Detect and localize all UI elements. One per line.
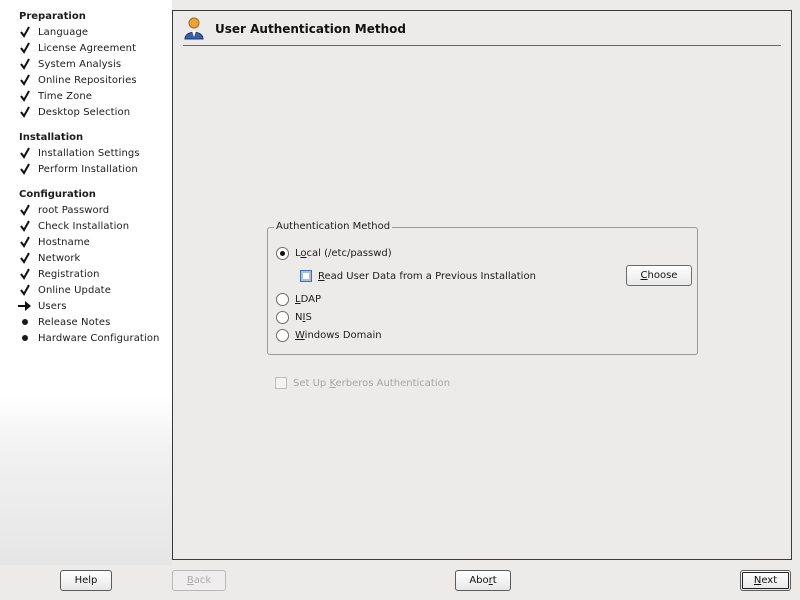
check-icon — [20, 163, 38, 175]
choose-button[interactable]: Choose — [626, 265, 692, 286]
step-check-installation: Check Installation — [20, 218, 129, 234]
check-icon — [20, 58, 38, 70]
radio-button[interactable] — [276, 310, 289, 324]
step-system-analysis: System Analysis — [20, 56, 121, 72]
step-label: Hostname — [38, 236, 90, 248]
check-icon — [20, 252, 38, 264]
step-label: Hardware Configuration — [38, 332, 160, 344]
radio-button[interactable] — [276, 328, 289, 342]
step-label: Language — [38, 26, 89, 38]
step-network: Network — [20, 250, 80, 266]
radio-label: Windows Domain — [295, 329, 382, 341]
step-desktop-selection: Desktop Selection — [20, 104, 130, 120]
arrow-right-icon — [18, 301, 38, 311]
step-online-update: Online Update — [20, 282, 111, 298]
step-label: License Agreement — [38, 42, 137, 54]
sidebar-steps: Preparation Language License Agreement S… — [0, 0, 172, 565]
section-title-preparation: Preparation — [19, 11, 86, 22]
next-button[interactable]: Next — [740, 570, 791, 591]
radio-label: Local (/etc/passwd) — [295, 247, 392, 259]
step-label: Desktop Selection — [38, 106, 131, 118]
header-divider — [183, 45, 781, 46]
radio-button[interactable] — [276, 246, 289, 260]
step-label: root Password — [38, 204, 110, 216]
check-icon — [20, 42, 38, 54]
checkbox[interactable] — [300, 270, 312, 282]
check-icon — [20, 90, 38, 102]
checkbox-label: Read User Data from a Previous Installat… — [318, 270, 536, 282]
dialog-header: User Authentication Method — [183, 15, 406, 43]
check-icon — [20, 147, 38, 159]
bullet-icon — [20, 319, 38, 325]
step-label: Online Update — [38, 284, 111, 296]
abort-button[interactable]: Abort — [455, 570, 511, 591]
step-release-notes: Release Notes — [20, 314, 110, 330]
kerberos-checkbox[interactable]: Set Up Kerberos Authentication — [275, 375, 450, 391]
radio-windows-domain[interactable]: Windows Domain — [276, 327, 382, 343]
back-button[interactable]: Back — [172, 570, 226, 591]
step-label: Online Repositories — [38, 74, 137, 86]
radio-nis[interactable]: NIS — [276, 309, 312, 325]
step-label: Perform Installation — [38, 163, 138, 175]
bullet-icon — [20, 335, 38, 341]
main-content: User Authentication Method Authenticatio… — [172, 10, 792, 560]
read-user-data-checkbox[interactable]: Read User Data from a Previous Installat… — [300, 268, 536, 284]
step-registration: Registration — [20, 266, 100, 282]
radio-local[interactable]: Local (/etc/passwd) — [276, 245, 392, 261]
step-installation-settings: Installation Settings — [20, 145, 140, 161]
step-perform-installation: Perform Installation — [20, 161, 138, 177]
check-icon — [20, 26, 38, 38]
step-time-zone: Time Zone — [20, 88, 92, 104]
step-hostname: Hostname — [20, 234, 90, 250]
radio-button[interactable] — [276, 292, 289, 306]
step-label: Time Zone — [38, 90, 93, 102]
check-icon — [20, 268, 38, 280]
check-icon — [20, 204, 38, 216]
page-title: User Authentication Method — [215, 22, 406, 36]
step-language: Language — [20, 24, 88, 40]
checkbox-label: Set Up Kerberos Authentication — [293, 377, 451, 389]
section-title-configuration: Configuration — [19, 189, 96, 200]
check-icon — [20, 74, 38, 86]
check-icon — [20, 220, 38, 232]
section-title-installation: Installation — [19, 132, 84, 143]
step-label: Check Installation — [38, 220, 130, 232]
step-license-agreement: License Agreement — [20, 40, 136, 56]
step-hardware-configuration: Hardware Configuration — [20, 330, 159, 346]
step-users: Users — [18, 298, 67, 314]
step-label: Registration — [38, 268, 100, 280]
step-root-password: root Password — [20, 202, 109, 218]
step-label: Installation Settings — [38, 147, 140, 159]
step-label: Network — [38, 252, 81, 264]
help-button[interactable]: Help — [60, 570, 112, 591]
check-icon — [20, 106, 38, 118]
check-icon — [20, 284, 38, 296]
radio-label: NIS — [295, 311, 312, 323]
step-label: Users — [38, 300, 67, 312]
checkbox[interactable] — [275, 377, 287, 389]
group-title: Authentication Method — [274, 221, 393, 232]
step-online-repositories: Online Repositories — [20, 72, 137, 88]
step-label: System Analysis — [38, 58, 122, 70]
step-label: Release Notes — [38, 316, 111, 328]
radio-ldap[interactable]: LDAP — [276, 291, 321, 307]
installer-window: Preparation Language License Agreement S… — [0, 0, 800, 600]
radio-label: LDAP — [295, 293, 321, 305]
check-icon — [20, 236, 38, 248]
authentication-method-group: Authentication Method Local (/etc/passwd… — [267, 221, 698, 355]
user-icon — [183, 16, 205, 43]
